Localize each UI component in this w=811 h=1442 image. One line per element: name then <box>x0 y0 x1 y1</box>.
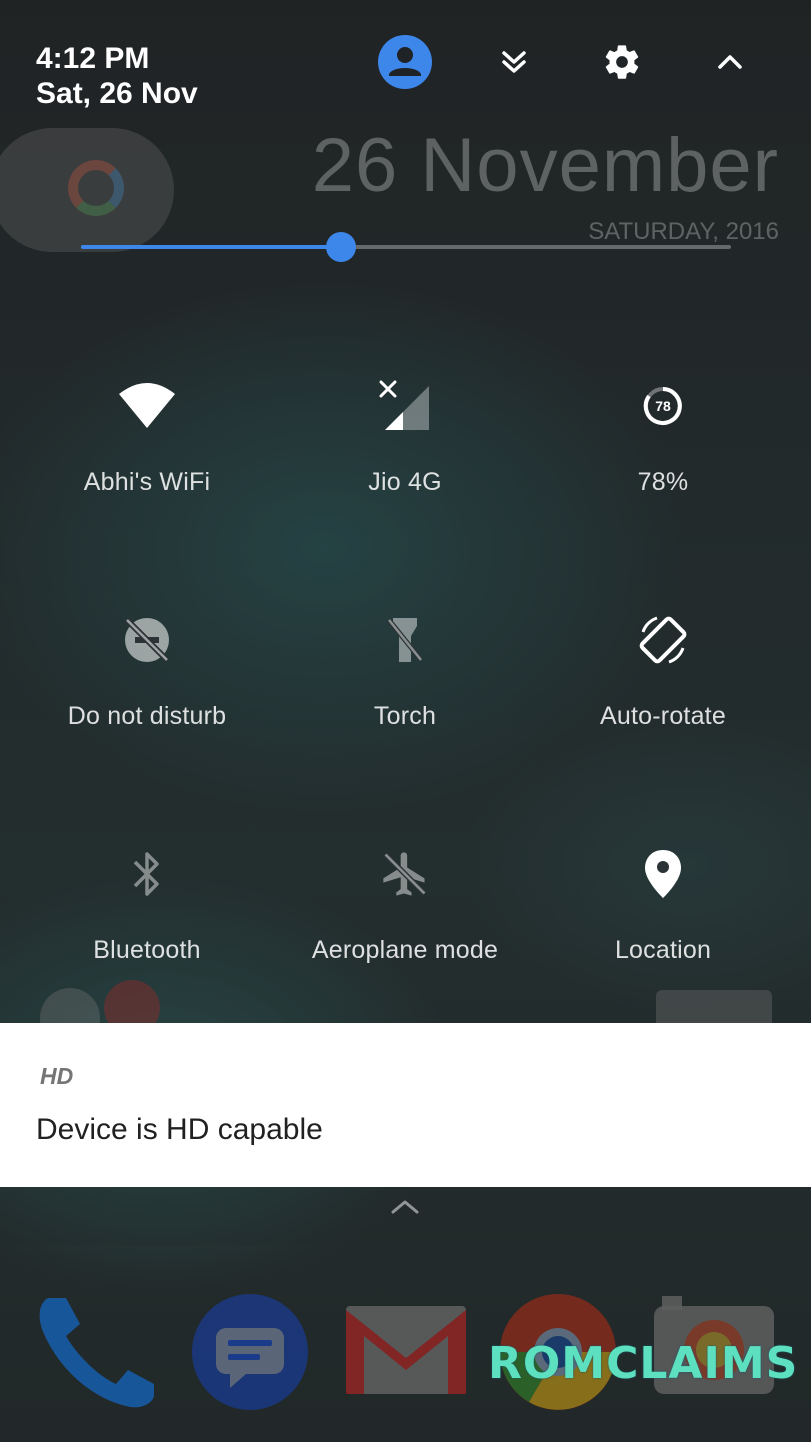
phone-icon[interactable] <box>36 1292 156 1412</box>
wifi-icon <box>115 374 179 438</box>
messages-icon[interactable] <box>190 1292 310 1412</box>
brightness-thumb[interactable] <box>326 232 356 262</box>
battery-badge: 78 <box>655 398 671 414</box>
tile-aeroplane[interactable]: Aeroplane mode <box>276 842 534 1002</box>
notification-app-name: HD <box>40 1063 74 1089</box>
brightness-slider[interactable] <box>81 232 731 262</box>
watermark: ROMCLAIMS <box>488 1338 799 1389</box>
tile-wifi[interactable]: Abhi's WiFi <box>18 374 276 534</box>
auto-rotate-icon <box>631 608 695 672</box>
account-icon[interactable] <box>377 34 433 90</box>
expand-notifications-icon[interactable] <box>486 34 542 90</box>
notification-message: Device is HD capable <box>36 1113 323 1146</box>
notification-card[interactable]: HD Device is HD capable <box>0 1023 811 1187</box>
cellular-signal-icon <box>373 374 437 438</box>
tile-auto-rotate[interactable]: Auto-rotate <box>534 608 792 768</box>
location-icon <box>631 842 695 906</box>
tile-location[interactable]: Location <box>534 842 792 1002</box>
app-drawer-chevron-icon[interactable] <box>385 1194 425 1218</box>
wallpaper-day-year: SATURDAY, 2016 <box>588 218 779 245</box>
tile-torch[interactable]: Torch <box>276 608 534 768</box>
status-date[interactable]: Sat, 26 Nov <box>36 77 198 111</box>
bluetooth-icon <box>115 842 179 906</box>
battery-icon: 78 <box>631 374 695 438</box>
tile-battery[interactable]: 78 78% <box>534 374 792 534</box>
google-logo-icon <box>68 160 124 216</box>
tile-label: Do not disturb <box>67 702 227 730</box>
tile-label: Torch <box>373 702 437 730</box>
tile-label: Aeroplane mode <box>311 936 499 964</box>
tile-label: Auto-rotate <box>600 702 726 730</box>
tile-label: 78% <box>637 468 689 496</box>
tile-mobile-data[interactable]: Jio 4G <box>276 374 534 534</box>
aeroplane-icon <box>373 842 437 906</box>
collapse-icon[interactable] <box>702 34 758 90</box>
tile-do-not-disturb[interactable]: Do not disturb <box>18 608 276 768</box>
tile-label: Abhi's WiFi <box>83 468 211 496</box>
tile-label: Location <box>614 936 712 964</box>
do-not-disturb-icon <box>115 608 179 672</box>
gmail-icon[interactable] <box>344 1292 466 1412</box>
google-search-widget <box>0 128 174 252</box>
wallpaper-date: 26 November <box>311 123 779 208</box>
tile-bluetooth[interactable]: Bluetooth <box>18 842 276 1002</box>
tile-label: Bluetooth <box>93 936 201 964</box>
tile-label: Jio 4G <box>368 468 442 496</box>
torch-icon <box>373 608 437 672</box>
settings-icon[interactable] <box>594 34 650 90</box>
status-time: 4:12 PM <box>36 42 150 75</box>
brightness-fill <box>81 245 341 249</box>
